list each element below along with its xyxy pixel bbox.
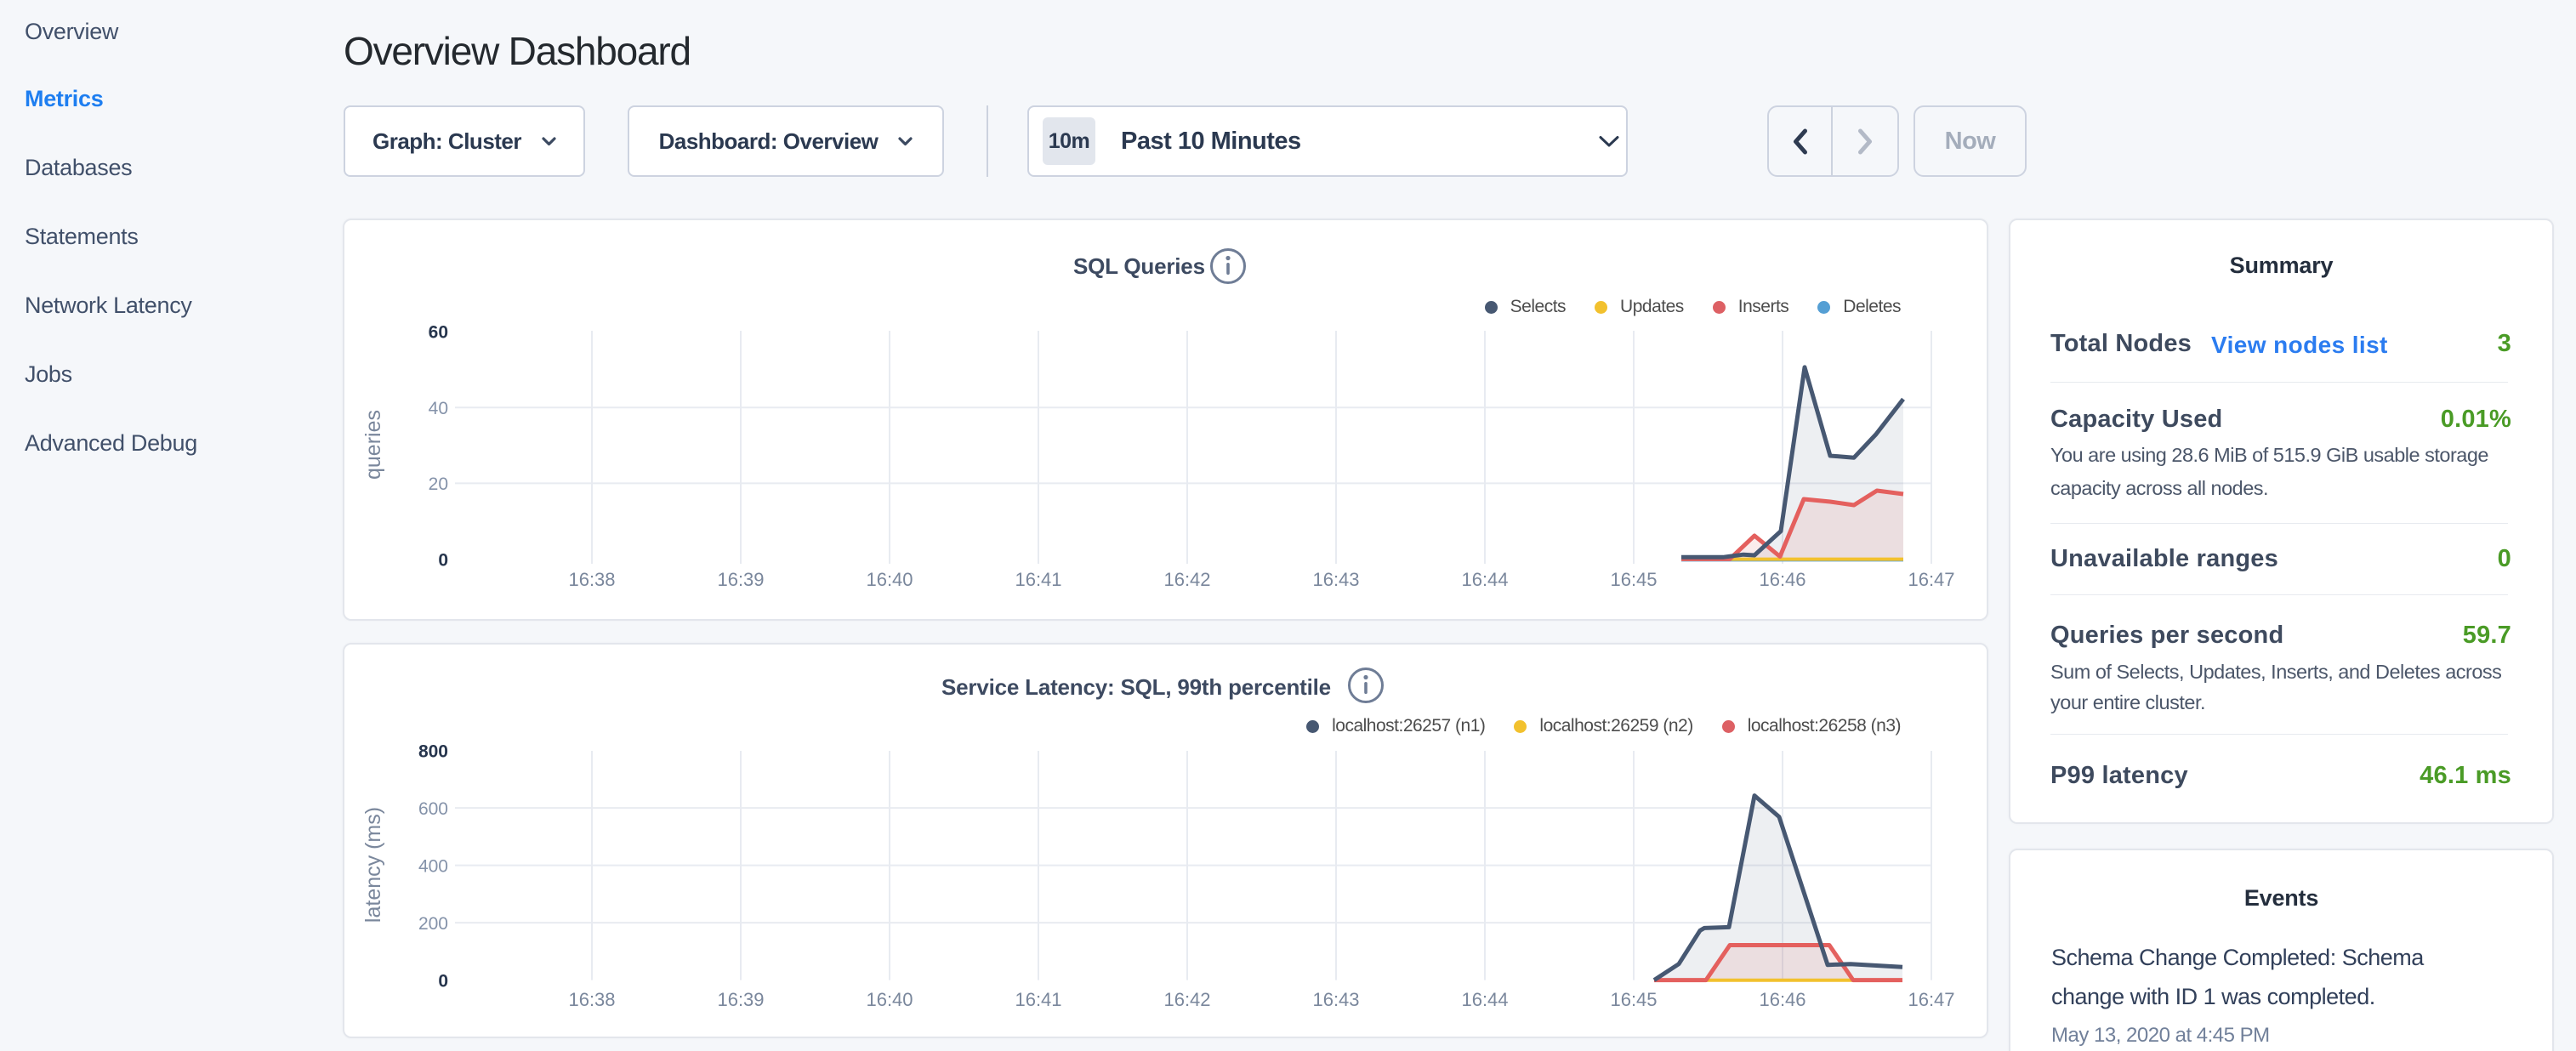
svg-text:800: 800 bbox=[418, 742, 448, 762]
svg-text:16:43: 16:43 bbox=[1312, 569, 1359, 590]
svg-text:16:46: 16:46 bbox=[1759, 569, 1805, 590]
svg-text:200: 200 bbox=[418, 914, 448, 934]
svg-text:16:45: 16:45 bbox=[1610, 569, 1657, 590]
svg-text:16:44: 16:44 bbox=[1461, 569, 1508, 590]
svg-text:20: 20 bbox=[429, 474, 448, 494]
svg-text:16:44: 16:44 bbox=[1461, 989, 1508, 1010]
svg-text:queries: queries bbox=[361, 410, 385, 480]
svg-text:16:46: 16:46 bbox=[1759, 989, 1805, 1010]
svg-text:16:41: 16:41 bbox=[1015, 569, 1061, 590]
svg-text:16:39: 16:39 bbox=[717, 569, 764, 590]
svg-text:16:40: 16:40 bbox=[866, 989, 913, 1010]
svg-text:16:47: 16:47 bbox=[1908, 989, 1954, 1010]
svg-text:16:45: 16:45 bbox=[1610, 989, 1657, 1010]
svg-text:16:40: 16:40 bbox=[866, 569, 913, 590]
svg-text:600: 600 bbox=[418, 799, 448, 819]
svg-text:16:41: 16:41 bbox=[1015, 989, 1061, 1010]
svg-text:0: 0 bbox=[438, 972, 448, 991]
svg-text:0: 0 bbox=[438, 551, 448, 571]
svg-text:400: 400 bbox=[418, 857, 448, 877]
svg-text:16:42: 16:42 bbox=[1163, 569, 1210, 590]
svg-text:60: 60 bbox=[429, 323, 448, 343]
svg-text:16:43: 16:43 bbox=[1312, 989, 1359, 1010]
svg-text:16:38: 16:38 bbox=[568, 989, 615, 1010]
svg-text:16:42: 16:42 bbox=[1163, 989, 1210, 1010]
svg-text:16:39: 16:39 bbox=[717, 989, 764, 1010]
svg-text:16:38: 16:38 bbox=[568, 569, 615, 590]
svg-text:40: 40 bbox=[429, 399, 448, 418]
svg-text:latency (ms): latency (ms) bbox=[361, 807, 385, 923]
svg-text:16:47: 16:47 bbox=[1908, 569, 1954, 590]
